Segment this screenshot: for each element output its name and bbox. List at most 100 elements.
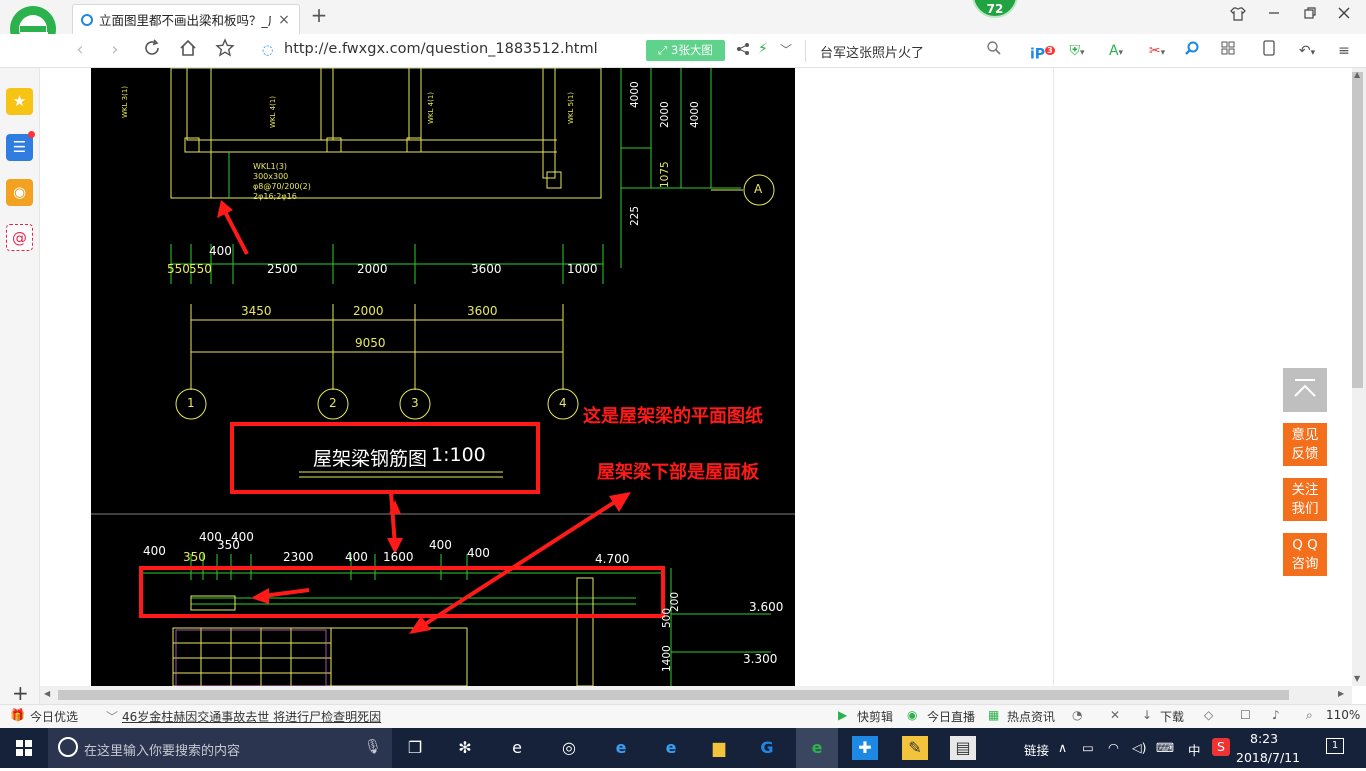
- ime-indicator[interactable]: 中: [1188, 740, 1201, 759]
- notes-app-icon[interactable]: ✎: [902, 736, 928, 760]
- sogou-ime-icon[interactable]: S: [1212, 738, 1230, 756]
- back-icon[interactable]: ‹: [68, 38, 92, 62]
- dim-3450: 3450: [241, 304, 272, 318]
- beam-label-1: WKL 3(1): [121, 85, 129, 118]
- qq-label-1: Q Q: [1292, 537, 1318, 553]
- dim-550-a: 550: [167, 262, 190, 276]
- edge-icon[interactable]: e: [608, 736, 634, 760]
- ip-icon[interactable]: iP 3: [1030, 40, 1055, 63]
- chevron-down-icon[interactable]: ﹀: [106, 708, 118, 725]
- notification-count: 1: [1331, 740, 1339, 751]
- speaker-icon[interactable]: ◁): [1132, 740, 1147, 755]
- active-browser-taskbar-icon[interactable]: e: [796, 728, 838, 768]
- scroll-down-icon[interactable]: ▼: [1354, 674, 1360, 683]
- volume-icon[interactable]: ♪: [1272, 708, 1280, 722]
- shirt-skin-icon[interactable]: [1226, 6, 1250, 26]
- news-ticker-link[interactable]: 46岁金柱赫因交通事故去世 将进行尸检查明死因: [122, 708, 381, 725]
- news-list-icon[interactable]: ☰: [6, 131, 35, 161]
- g-app-icon[interactable]: G: [754, 736, 780, 760]
- lightning-icon[interactable]: ⚡: [758, 41, 768, 57]
- forward-icon[interactable]: ›: [103, 38, 127, 62]
- new-tab-button[interactable]: +: [308, 5, 330, 27]
- cortana-icon[interactable]: [58, 737, 78, 757]
- internet-explorer-icon[interactable]: e: [658, 736, 684, 760]
- shield-icon[interactable]: ⛨▾: [1064, 40, 1090, 62]
- scissors-icon[interactable]: ✂▾: [1142, 40, 1172, 62]
- today-live-link[interactable]: 今日直播: [927, 708, 975, 725]
- plus-app-icon[interactable]: ✚: [852, 736, 878, 760]
- refresh-icon[interactable]: [140, 38, 164, 62]
- ie-browser-icon[interactable]: e: [504, 736, 530, 760]
- search-input[interactable]: 台军这张照片火了: [820, 42, 924, 61]
- email-at-icon[interactable]: @: [6, 224, 33, 251]
- translate-icon[interactable]: A▾: [1100, 40, 1132, 62]
- file-explorer-icon[interactable]: ▆: [706, 736, 732, 760]
- tab-close-icon[interactable]: ×: [277, 12, 291, 28]
- keyboard-icon[interactable]: ⌨: [1156, 740, 1174, 755]
- apps-grid-icon[interactable]: [1216, 40, 1240, 62]
- add-icon[interactable]: +: [12, 681, 29, 705]
- beam-label-4: WKL 5(1): [567, 91, 575, 124]
- left-sidebar: [0, 68, 40, 706]
- download-link[interactable]: 下载: [1160, 708, 1184, 725]
- search-icon[interactable]: [986, 40, 1002, 60]
- eraser-icon[interactable]: ◇: [1204, 708, 1213, 722]
- fan-app-icon[interactable]: ✻: [452, 736, 478, 760]
- task-view-icon[interactable]: ❐: [402, 736, 428, 760]
- speed-icon[interactable]: ◔: [1072, 708, 1082, 722]
- windows-start-icon[interactable]: [0, 728, 48, 768]
- today-pick-link[interactable]: 今日优选: [30, 708, 78, 725]
- dim-3600: 3600: [471, 262, 502, 276]
- qq-label-2: 咨询: [1291, 556, 1319, 572]
- home-icon[interactable]: [176, 38, 200, 62]
- follow-us-button[interactable]: 关注 我们: [1283, 478, 1327, 521]
- clock-date[interactable]: 2018/7/11: [1236, 750, 1300, 765]
- gift-icon: 🎁: [10, 708, 25, 722]
- dim-3600-mid: 3600: [467, 304, 498, 318]
- restore-icon[interactable]: [1298, 6, 1322, 26]
- hot-news-link[interactable]: 热点资讯: [1007, 708, 1055, 725]
- favorite-star-icon[interactable]: [213, 38, 237, 62]
- window-icon[interactable]: ☐: [1240, 708, 1251, 722]
- big-image-button[interactable]: ⤢ 3张大图: [646, 40, 725, 61]
- annotation-plan: 这是屋架梁的平面图纸: [583, 406, 763, 427]
- mobile-icon[interactable]: [1258, 40, 1280, 62]
- ip-badge: 3: [1045, 46, 1055, 55]
- notification-center-icon[interactable]: 1: [1326, 738, 1344, 754]
- vertical-scroll-thumb[interactable]: [1352, 72, 1363, 388]
- browser-tab[interactable]: 立面图里都不画出梁和板吗？_广联达 ×: [72, 4, 300, 34]
- scroll-right-icon[interactable]: ▶: [1338, 689, 1344, 698]
- document-app-icon[interactable]: ▤: [950, 736, 976, 760]
- back-to-top-button[interactable]: [1283, 368, 1327, 412]
- minimize-icon[interactable]: [1262, 6, 1286, 26]
- pin-icon[interactable]: ✕: [1110, 708, 1120, 722]
- qq-consult-button[interactable]: Q Q 咨询: [1283, 533, 1327, 576]
- tab-favicon-icon: [81, 13, 93, 26]
- taskbar-search-input[interactable]: 在这里输入你要搜索的内容: [84, 740, 240, 759]
- horizontal-scroll-thumb[interactable]: [58, 690, 1289, 700]
- close-window-icon[interactable]: [1332, 6, 1356, 26]
- tray-chevron-up-icon[interactable]: ∧: [1058, 740, 1067, 755]
- weibo-icon[interactable]: ◉: [6, 179, 33, 206]
- clock-time[interactable]: 8:23: [1250, 731, 1278, 746]
- zoom-icon[interactable]: ⌕: [1306, 708, 1313, 723]
- address-input[interactable]: http://e.fwxgx.com/question_1883512.html: [284, 41, 598, 57]
- swirl-app-icon[interactable]: ◎: [556, 736, 582, 760]
- chevron-down-icon[interactable]: ﹀: [780, 41, 792, 58]
- magnifier-icon[interactable]: [1180, 40, 1204, 62]
- beam-note-line: WKL1(3): [253, 162, 288, 171]
- scroll-left-icon[interactable]: ◀: [44, 689, 50, 698]
- zoom-level[interactable]: 110%: [1326, 708, 1360, 722]
- download-arrow-icon[interactable]: ↓: [1142, 708, 1152, 722]
- favorites-star-icon[interactable]: ★: [6, 88, 33, 115]
- scroll-up-icon[interactable]: ▲: [1354, 70, 1360, 79]
- share-icon[interactable]: [736, 42, 750, 60]
- microphone-icon[interactable]: 🎙: [364, 739, 382, 755]
- battery-icon[interactable]: ▭: [1082, 740, 1094, 755]
- undo-icon[interactable]: ↶▾: [1292, 40, 1322, 62]
- wifi-icon[interactable]: ◠: [1108, 740, 1119, 755]
- feedback-button[interactable]: 意见 反馈: [1283, 423, 1327, 466]
- quick-clip-link[interactable]: 快剪辑: [857, 708, 893, 725]
- menu-icon[interactable]: ≡: [1334, 40, 1354, 62]
- link-label[interactable]: 链接: [1024, 740, 1049, 759]
